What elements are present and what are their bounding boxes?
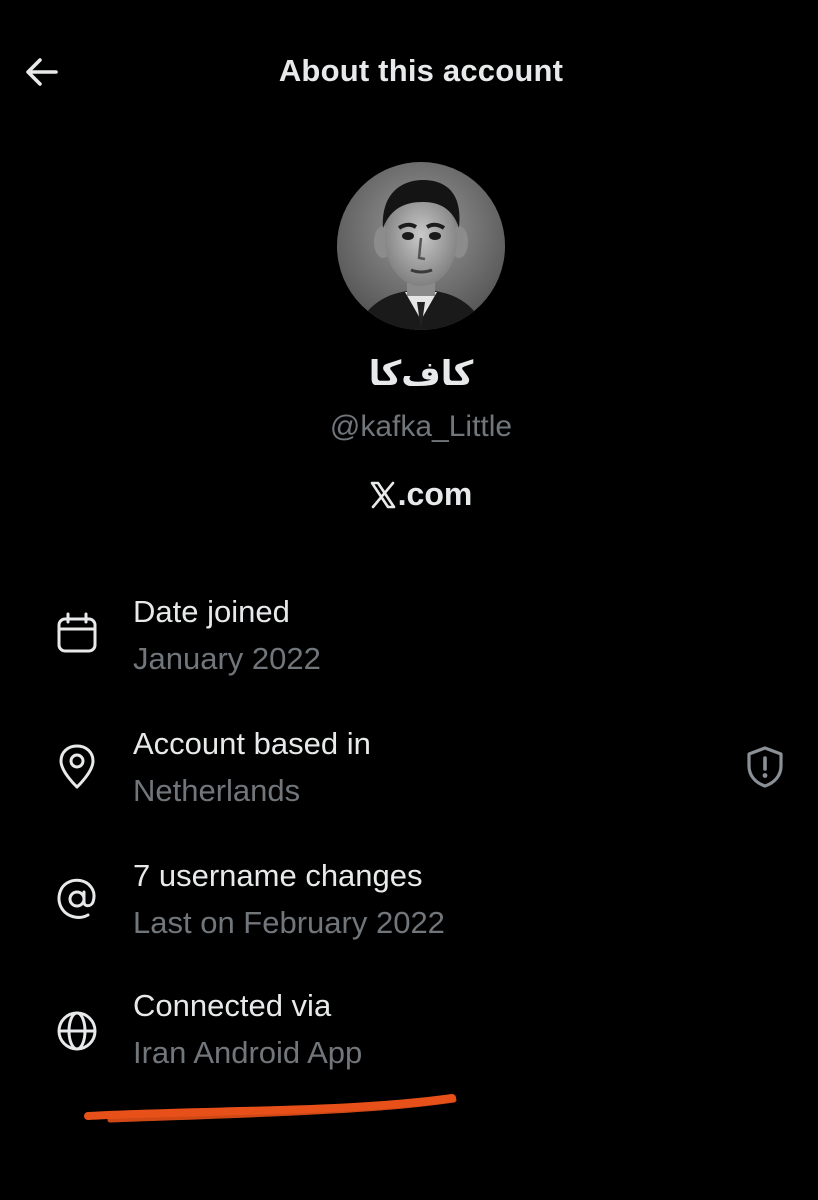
page-title: About this account	[278, 53, 564, 88]
account-based-in-label: Account based in	[133, 726, 371, 761]
annotation-underline	[84, 1094, 457, 1123]
connected-via-label: Connected via	[133, 988, 332, 1023]
location-pin-icon	[54, 744, 100, 790]
detail-row-date-joined: Date joined January 2022	[0, 594, 818, 694]
platform-label: .com	[0, 476, 818, 513]
globe-icon	[54, 1008, 100, 1054]
connected-via-value: Iran Android App	[133, 1035, 363, 1070]
date-joined-value: January 2022	[133, 641, 321, 676]
header: About this account	[0, 0, 818, 140]
username-changes-value: Last on February 2022	[133, 905, 445, 940]
account-based-in-value: Netherlands	[133, 773, 301, 808]
username-handle: @kafka_Little	[329, 410, 513, 443]
date-joined-label: Date joined	[133, 594, 290, 629]
detail-row-connected-via: Connected via Iran Android App	[0, 988, 818, 1088]
platform-domain: .com	[397, 476, 473, 512]
display-name: کاف‌کا	[368, 354, 474, 394]
detail-row-username-changes: 7 username changes Last on February 2022	[0, 858, 818, 958]
x-logo-icon	[370, 481, 395, 508]
detail-row-account-based-in: Account based in Netherlands	[0, 726, 818, 826]
avatar-portrait-image	[337, 162, 505, 330]
username-changes-label: 7 username changes	[133, 858, 423, 893]
shield-alert-icon	[747, 746, 783, 788]
location-accuracy-shield-button[interactable]	[742, 744, 788, 790]
at-sign-icon	[54, 876, 100, 922]
calendar-icon	[54, 610, 100, 656]
avatar[interactable]	[337, 162, 505, 330]
